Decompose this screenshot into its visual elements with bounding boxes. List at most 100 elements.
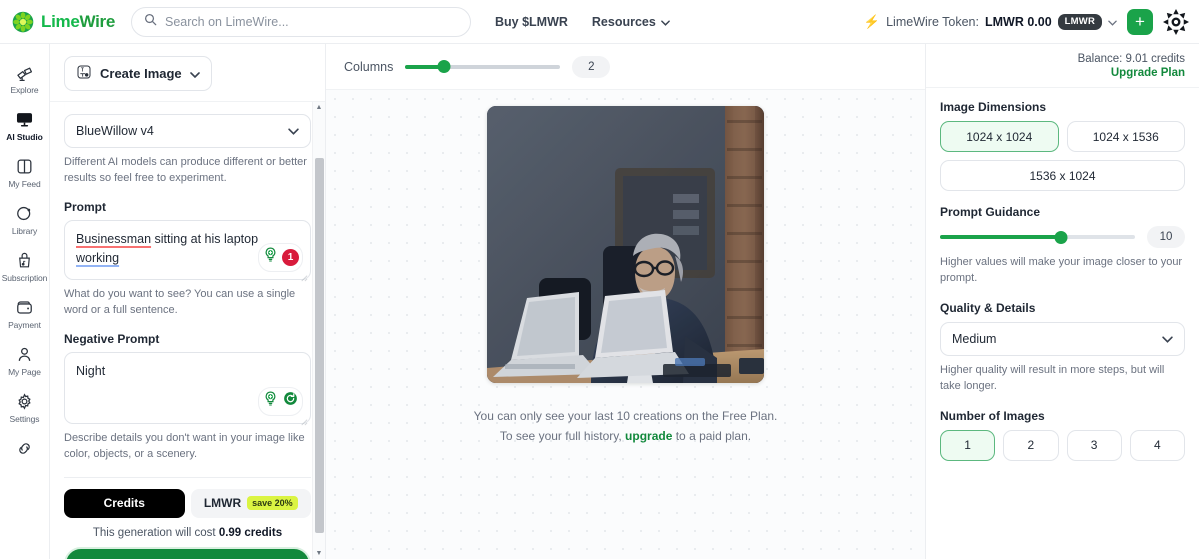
prompt-guidance-helper: Higher values will make your image close… (940, 256, 1183, 284)
lightbulb-add-icon[interactable] (262, 390, 279, 413)
sidebar-item-library[interactable]: Library (0, 195, 49, 242)
generate-image-button[interactable]: Generate Image (64, 546, 311, 559)
token-chip: LMWR (1057, 13, 1102, 30)
dimension-option-1536x1024[interactable]: 1536 x 1024 (940, 160, 1185, 191)
negative-prompt-input[interactable]: Night (64, 351, 311, 426)
left-controls-panel: T Create Image BlueWillow v4 Different A… (50, 44, 326, 559)
number-of-images-options: 1 2 3 4 (940, 429, 1185, 461)
generations-canvas: You can only see your last 10 creations … (326, 90, 925, 559)
slider-knob[interactable] (1054, 230, 1068, 244)
model-select-value: BlueWillow v4 (76, 124, 154, 138)
svg-text:T: T (81, 68, 84, 74)
sidebar-item-my-page[interactable]: My Page (0, 336, 49, 383)
resources-menu[interactable]: Resources (592, 15, 670, 29)
model-helper-text: Different AI models can produce differen… (64, 156, 307, 184)
cost-prefix: This generation will cost (92, 526, 219, 539)
resize-handle[interactable] (299, 413, 308, 426)
token-balance-widget[interactable]: ⚡ LimeWire Token: LMWR 0.00 LMWR (864, 13, 1117, 30)
quality-select-value: Medium (952, 331, 997, 346)
limewire-ai-studio-page: LimeWire Buy $LMWR Resources ⚡ LimeWire … (0, 0, 1199, 559)
scrollbar-thumb[interactable] (315, 158, 324, 533)
top-header: LimeWire Buy $LMWR Resources ⚡ LimeWire … (0, 0, 1199, 44)
divider (64, 476, 311, 478)
token-amount: LMWR 0.00 (984, 14, 1052, 29)
generated-image-card[interactable] (487, 106, 764, 383)
image-count-option-2[interactable]: 2 (1003, 429, 1059, 461)
right-settings-panel: Balance: 9.01 credits Upgrade Plan Image… (925, 44, 1199, 559)
sidebar-item-label: Library (11, 226, 38, 236)
prompt-actions: 1 (258, 243, 303, 272)
create-image-button[interactable]: T Create Image (64, 56, 212, 91)
sidebar-item-subscription[interactable]: Subscription (0, 242, 49, 289)
upgrade-plan-link[interactable]: Upgrade Plan (940, 67, 1185, 79)
left-sidebar: Explore AI Studio My Feed Library Subscr… (0, 44, 50, 559)
sidebar-item-explore[interactable]: Explore (0, 54, 49, 101)
search-input[interactable] (164, 14, 458, 29)
center-canvas-panel: Columns 2 You can only see your last 10 … (326, 44, 925, 559)
token-label: LimeWire Token: (886, 14, 979, 29)
sidebar-item-payment[interactable]: Payment (0, 289, 49, 336)
sidebar-item-label: Settings (9, 414, 40, 424)
chevron-down-icon[interactable] (1108, 15, 1117, 29)
quality-details-label: Quality & Details (940, 300, 1036, 315)
upgrade-link[interactable]: upgrade (625, 429, 672, 443)
sidebar-item-label: AI Studio (6, 132, 43, 142)
model-select[interactable]: BlueWillow v4 (64, 114, 311, 148)
left-panel-scrollbar[interactable]: ▲ ▼ (312, 102, 325, 559)
payment-method-toggle: Credits LMWR save 20% (64, 488, 311, 518)
prompt-guidance-slider[interactable] (940, 230, 1135, 244)
free-plan-notice: You can only see your last 10 creations … (474, 407, 778, 447)
wallet-icon (15, 297, 35, 317)
prompt-text-part2: sitting at his laptop (151, 231, 259, 246)
resize-handle[interactable] (299, 269, 308, 282)
brand-name-lime: Lime (41, 11, 80, 31)
header-right-group: ⚡ LimeWire Token: LMWR 0.00 LMWR + (864, 8, 1189, 35)
image-dimensions-label: Image Dimensions (940, 100, 1047, 114)
columns-control-bar: Columns 2 (326, 44, 925, 90)
quality-select[interactable]: Medium (940, 321, 1185, 356)
columns-value: 2 (572, 55, 611, 78)
prompt-helper-text: What do you want to see? You can use a s… (64, 287, 296, 316)
image-count-option-1[interactable]: 1 (940, 429, 996, 461)
buy-lmwr-link[interactable]: Buy $LMWR (495, 15, 568, 29)
brand-logo-group[interactable]: LimeWire (12, 11, 115, 33)
lightbulb-add-icon[interactable] (262, 246, 279, 269)
create-image-bar: T Create Image (50, 44, 325, 102)
prompt-text-part3: working (76, 250, 120, 265)
prompt-input[interactable]: Businessman sitting at his laptop workin… (64, 219, 311, 282)
dimension-options-row-1: 1024 x 1024 1024 x 1536 (940, 121, 1185, 152)
image-count-option-4[interactable]: 4 (1129, 429, 1185, 461)
columns-slider[interactable] (405, 60, 561, 73)
notice-line-2: To see your full history, upgrade to a p… (474, 427, 778, 447)
page-body: Explore AI Studio My Feed Library Subscr… (0, 44, 1199, 559)
user-icon (15, 344, 35, 364)
search-box[interactable] (130, 6, 471, 37)
image-count-option-3[interactable]: 3 (1066, 429, 1122, 461)
gear-icon (15, 391, 35, 411)
scroll-down-arrow-icon[interactable]: ▼ (316, 548, 323, 559)
subscription-icon (15, 250, 35, 270)
dimension-option-1024x1536[interactable]: 1024 x 1536 (1066, 121, 1185, 152)
sidebar-item-settings[interactable]: Settings (0, 383, 49, 430)
negative-prompt-label: Negative Prompt (64, 331, 160, 346)
sidebar-item-ai-studio[interactable]: AI Studio (0, 101, 49, 148)
pay-with-credits-button[interactable]: Credits (64, 488, 185, 518)
sidebar-item-partial[interactable] (0, 430, 49, 464)
avatar[interactable] (1163, 8, 1189, 35)
scroll-up-arrow-icon[interactable]: ▲ (316, 102, 323, 113)
generated-image (487, 106, 764, 383)
notice-line-2-pre: To see your full history, (499, 428, 626, 443)
sidebar-item-label: Subscription (1, 273, 48, 283)
balance-text: Balance: 9.01 credits (1077, 53, 1185, 65)
feed-icon (15, 156, 35, 176)
cost-value: 0.99 credits (218, 526, 283, 539)
sidebar-item-label: My Feed (8, 179, 41, 189)
notice-line-1: You can only see your last 10 creations … (473, 409, 778, 423)
pay-with-lmwr-button[interactable]: LMWR save 20% (190, 488, 311, 518)
add-button[interactable]: + (1127, 8, 1153, 35)
sidebar-item-my-feed[interactable]: My Feed (0, 148, 49, 195)
refresh-icon[interactable] (282, 390, 299, 413)
prompt-textarea-wrap: Businessman sitting at his laptop workin… (64, 219, 311, 282)
slider-knob[interactable] (437, 60, 451, 73)
dimension-option-1024x1024[interactable]: 1024 x 1024 (940, 121, 1059, 152)
